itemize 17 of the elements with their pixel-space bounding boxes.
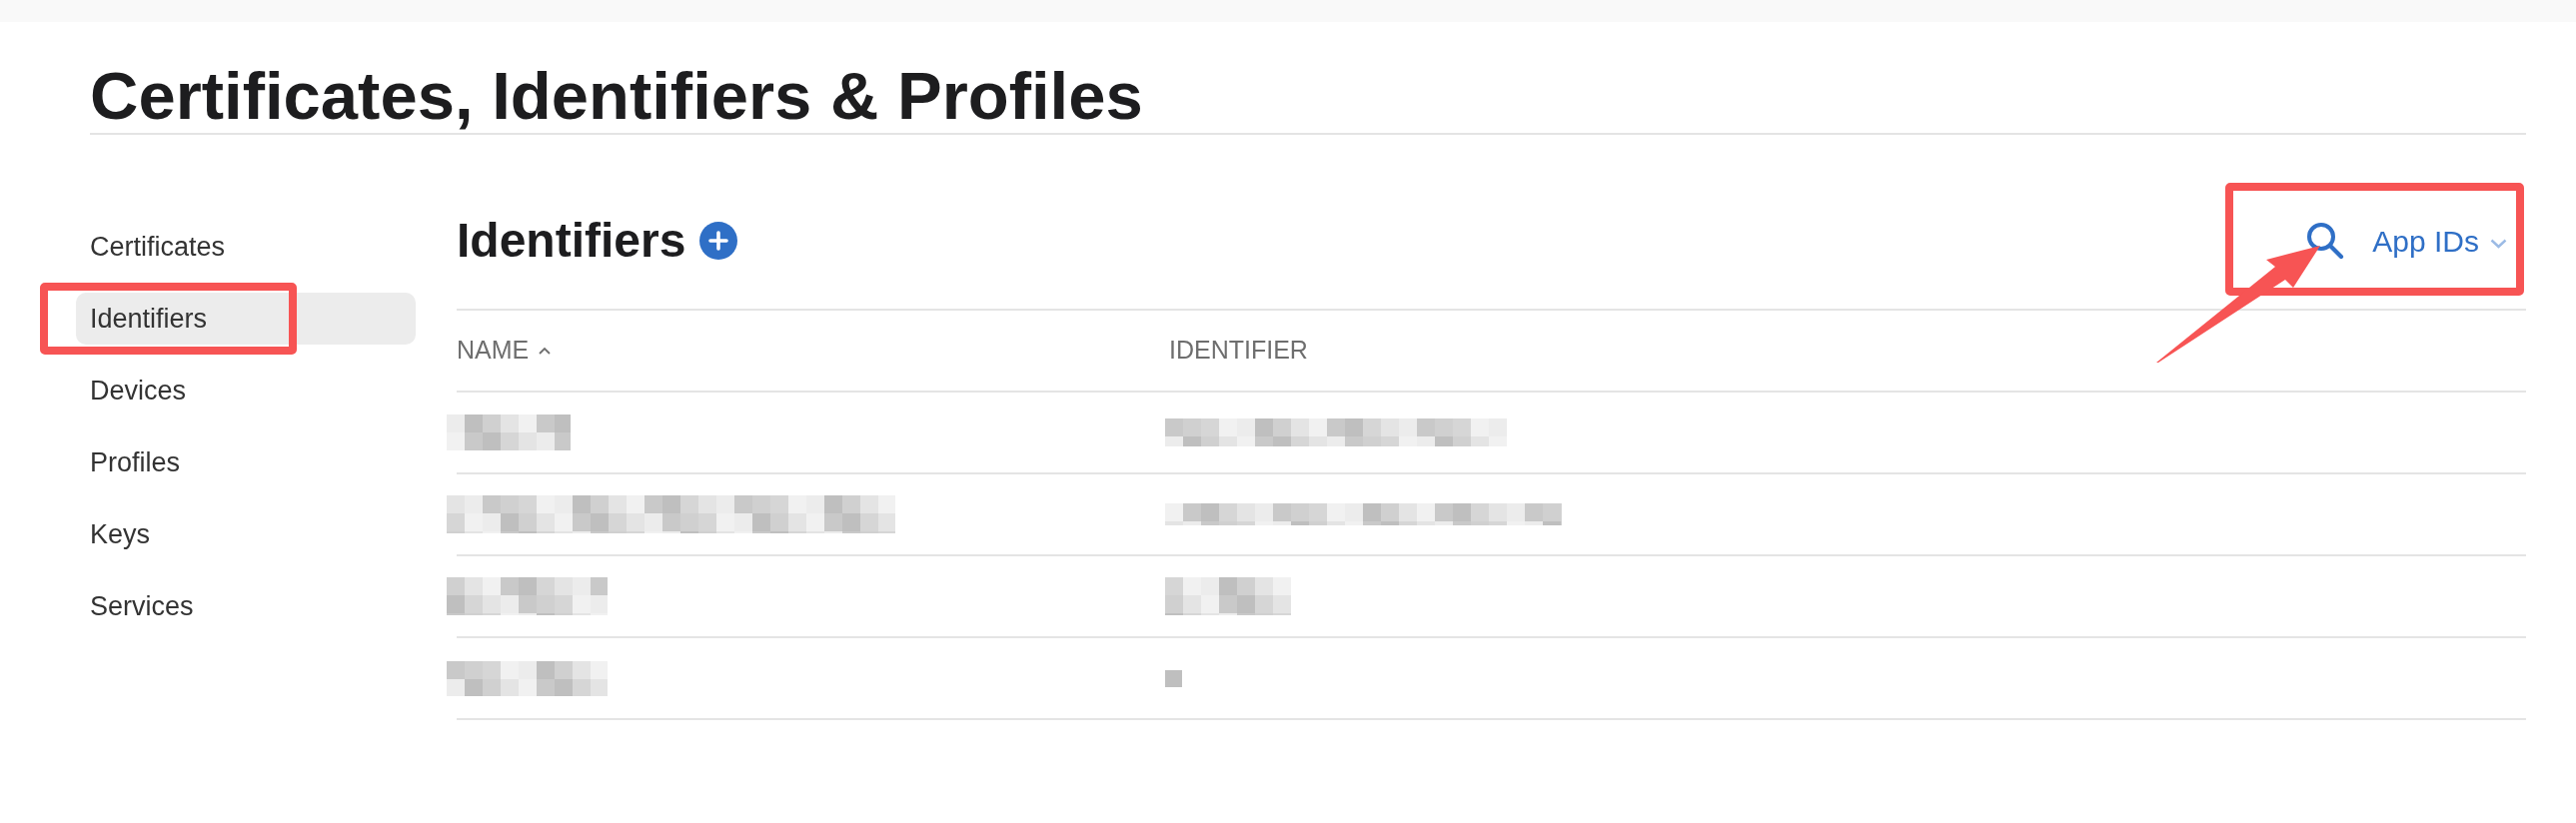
plus-icon [708, 231, 729, 251]
search-icon [2306, 222, 2345, 260]
sidebar-item[interactable]: Profiles [76, 436, 416, 488]
column-header[interactable]: NAME [457, 332, 552, 370]
pixelated-redaction-drawing [1165, 669, 1182, 687]
sidebar-item[interactable]: Identifiers [76, 293, 416, 345]
search-button[interactable] [2306, 222, 2345, 260]
sidebar-item[interactable]: Keys [76, 508, 416, 560]
sidebar-item[interactable]: Devices [76, 365, 416, 416]
sidebar-item[interactable]: Services [76, 580, 416, 632]
column-header[interactable]: IDENTIFIER [1169, 332, 1308, 370]
type-dropdown[interactable]: App IDs [2372, 218, 2507, 264]
add-button[interactable] [699, 222, 738, 260]
section-title: Identifiers [457, 217, 686, 265]
sidebar-item[interactable]: Certificates [76, 221, 416, 273]
chevron-down-icon [2490, 239, 2507, 249]
page-title: Certificates, Identifiers & Profiles [90, 62, 1143, 129]
